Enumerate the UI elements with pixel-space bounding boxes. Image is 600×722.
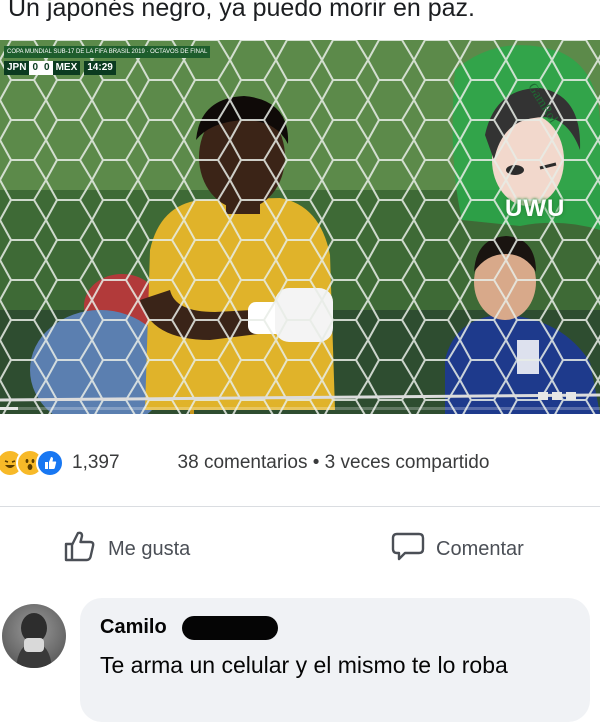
volume-icon[interactable] [538,392,548,400]
match-scoreboard: COPA MUNDIAL SUB-17 DE LA FIFA BRASIL 20… [4,46,210,80]
like-button[interactable]: Me gusta [62,528,190,570]
comment-bubble: Camilo Te arma un celular y el mismo te … [80,598,590,722]
post-caption: Un japonés negro, ya puedo morir en paz. [8,0,475,22]
settings-icon[interactable] [552,392,562,400]
reaction-count[interactable]: 1,397 [72,452,120,474]
comments-shares-count[interactable]: 38 comentarios • 3 veces compartido [178,452,490,474]
divider [0,506,600,507]
avatar[interactable] [2,604,66,668]
tournament-banner: COPA MUNDIAL SUB-17 DE LA FIFA BRASIL 20… [4,46,210,58]
video-progress-bar[interactable] [0,407,600,410]
fullscreen-icon[interactable] [566,392,576,400]
like-icon [36,449,64,477]
post-stats: 1,397 38 comentarios • 3 veces compartid… [0,440,600,486]
comment-author[interactable]: Camilo [100,616,167,639]
away-team: MEX [52,61,81,75]
sticker-text: UWU [505,195,566,222]
comment-item: Camilo Te arma un celular y el mismo te … [0,590,600,722]
video-progress-fill [0,407,18,410]
video-player[interactable]: COPA MUNDIAL SUB-17 DE LA FIFA BRASIL 20… [0,40,600,414]
video-frame-illustration [0,40,600,414]
avatar-illustration [16,613,52,668]
comment-button[interactable]: Comentar [390,528,524,570]
away-score: 0 [41,61,53,75]
match-clock: 14:29 [84,61,116,75]
comment-text: Te arma un celular y el mismo te lo roba [100,652,508,678]
thumbs-up-icon [62,528,98,570]
reactions-summary[interactable] [0,449,64,477]
home-team: JPN [4,61,30,75]
video-controls [538,392,576,400]
redaction-mark [182,616,278,640]
like-label: Me gusta [108,537,191,560]
post-actions: Me gusta Comentar [0,522,600,572]
home-score: 0 [29,61,42,75]
comment-icon [390,528,426,570]
comment-label: Comentar [436,537,524,560]
